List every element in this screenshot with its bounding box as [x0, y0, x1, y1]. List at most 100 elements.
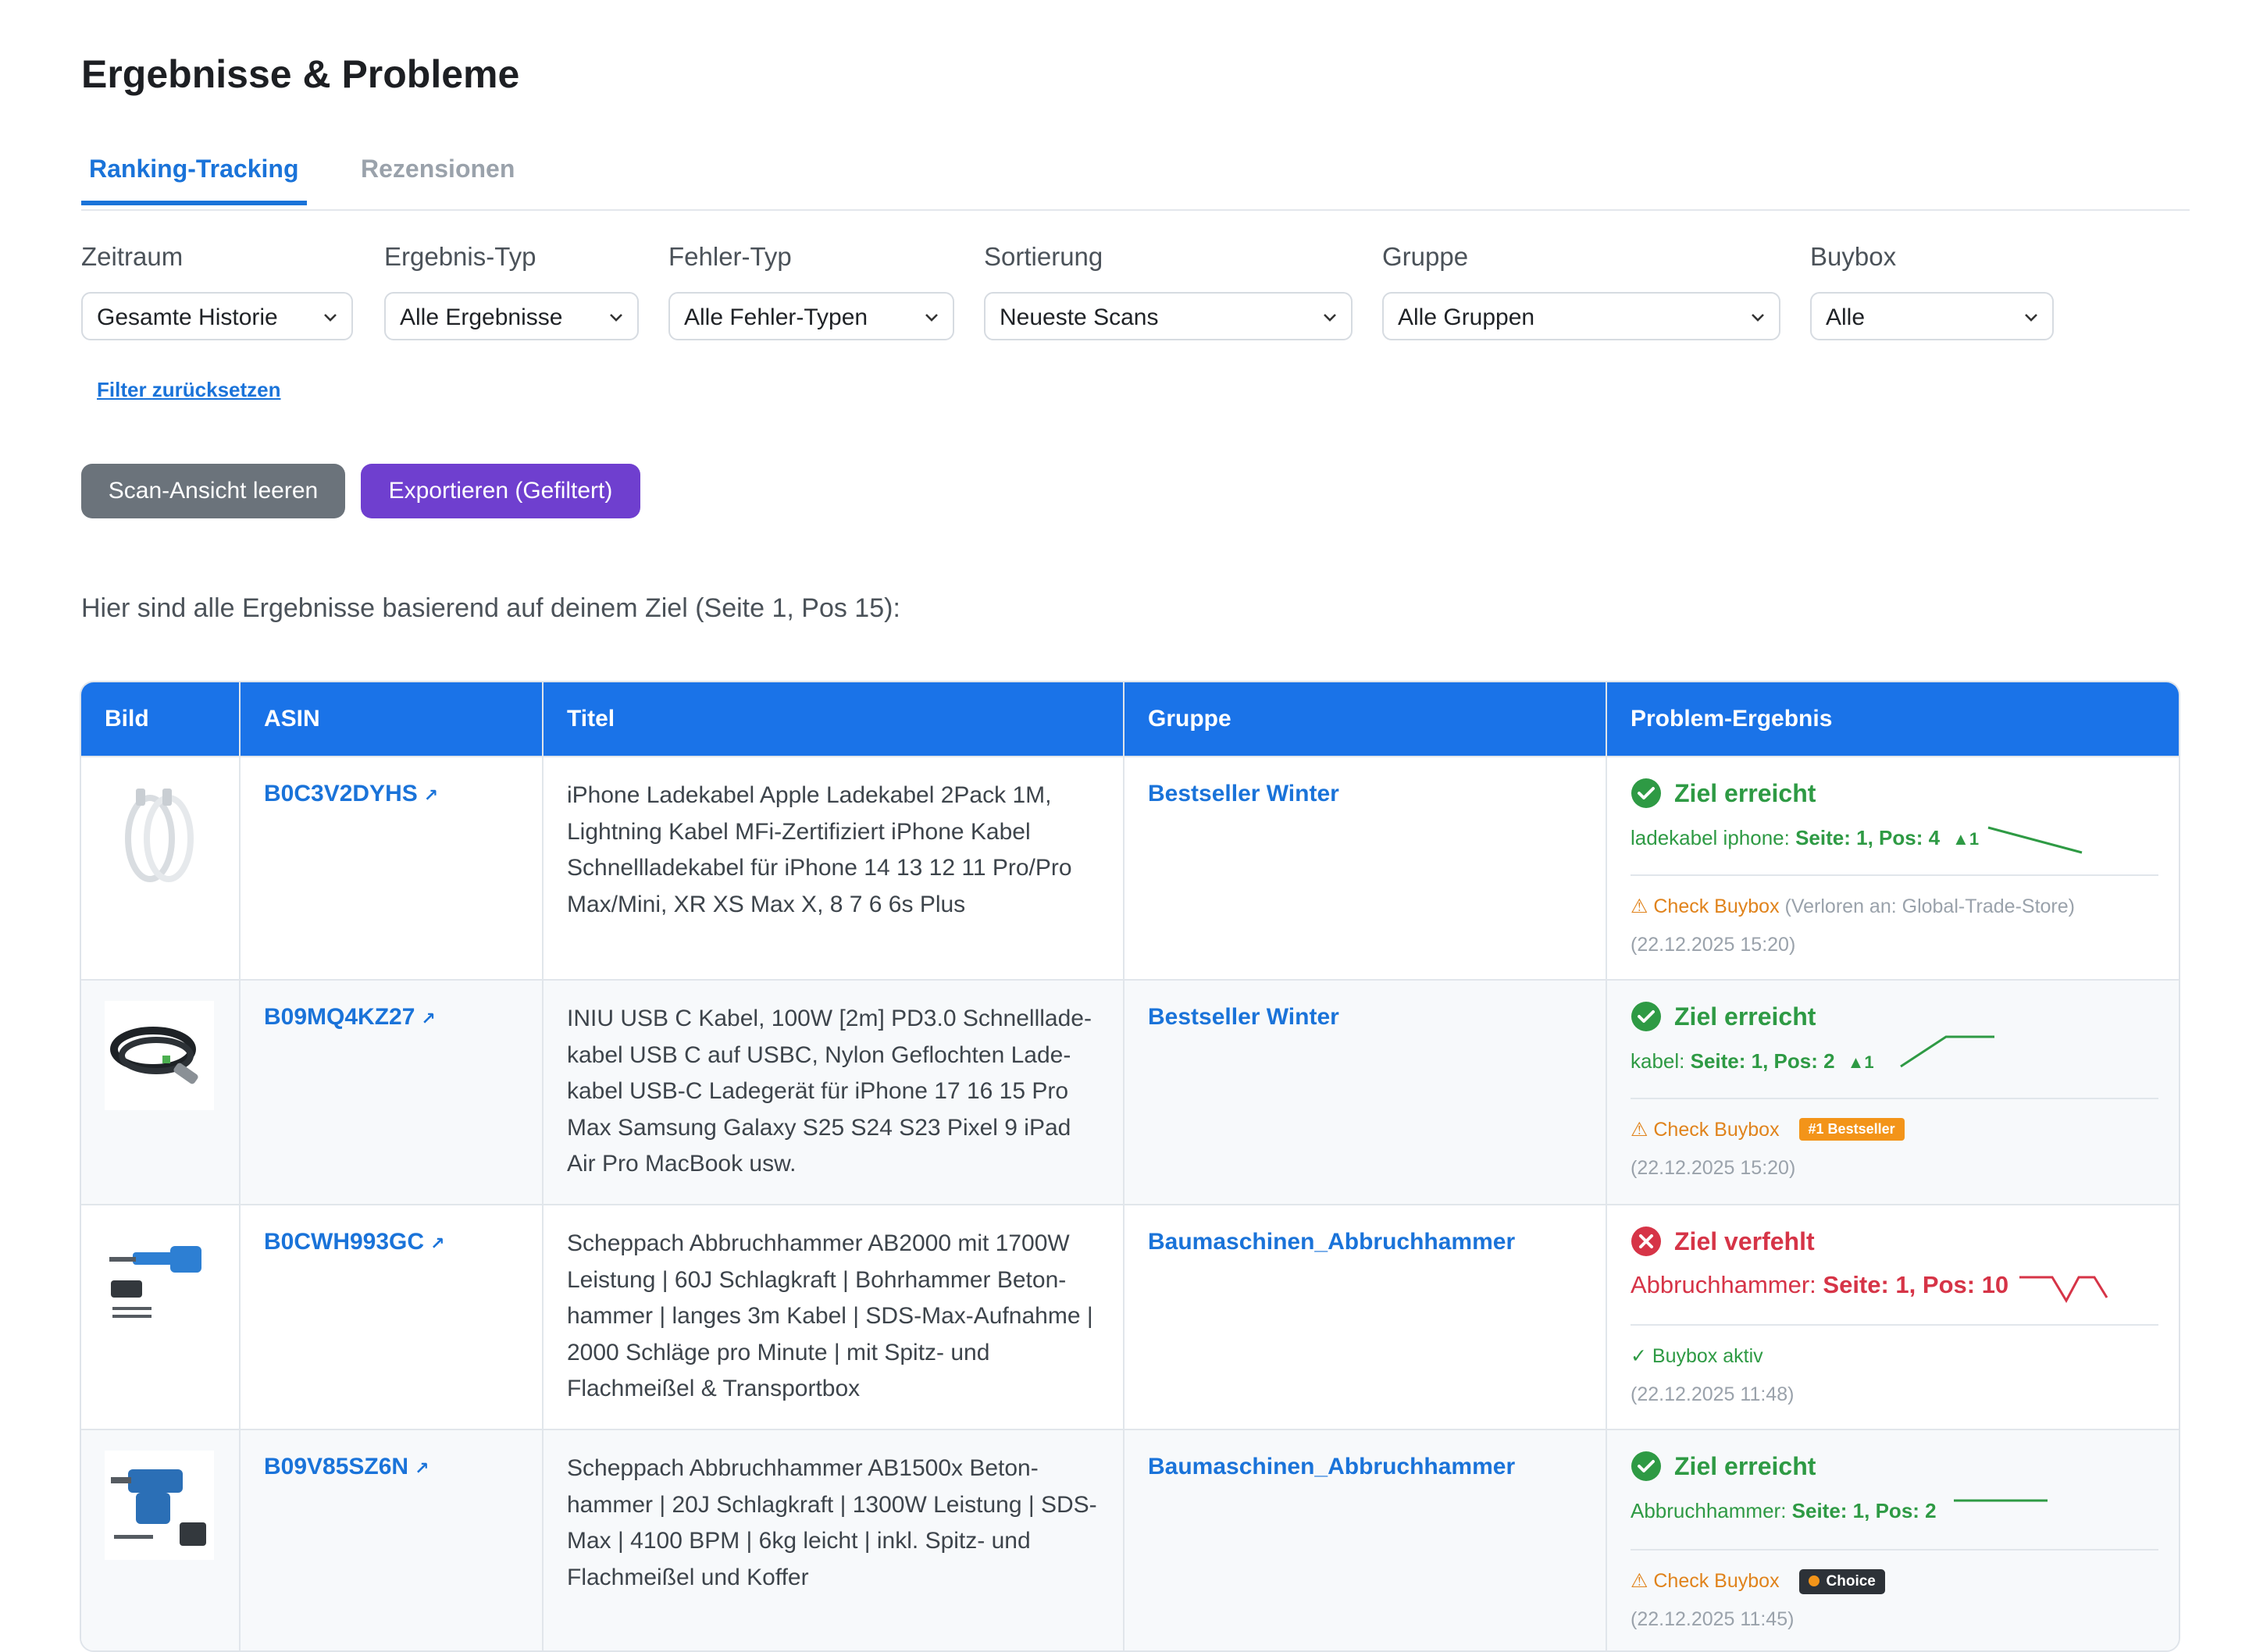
timestamp: (22.12.2025 11:48) — [1631, 1383, 1795, 1405]
timestamp: (22.12.2025 15:20) — [1631, 1157, 1796, 1179]
group-link[interactable]: Bestseller Winter — [1148, 1004, 1339, 1031]
column-header-group: Gruppe — [1124, 682, 1607, 756]
product-image — [105, 1226, 214, 1335]
choice-badge: Choice — [1798, 1569, 1885, 1594]
title-cell: INIU USB C Kabel, 100W [2m] PD3.0 Schnel… — [544, 981, 1124, 1205]
asin-cell: B0CWH993GC ↗ — [241, 1205, 544, 1430]
select-value: Alle — [1826, 304, 1866, 330]
product-image — [105, 1451, 214, 1560]
sorting-select[interactable]: Neueste Scans — [984, 292, 1353, 340]
status-label: Ziel verfehlt — [1631, 1226, 1815, 1257]
keyword: ladekabel iphone: — [1631, 826, 1790, 849]
result-type-select[interactable]: Alle Ergebnisse — [384, 292, 639, 340]
filter-label: Gruppe — [1382, 242, 1469, 271]
divider — [1631, 1324, 2158, 1326]
asin-text: B0CWH993GC — [264, 1229, 425, 1255]
badge-dot-icon — [1808, 1575, 1820, 1586]
asin-text: B09MQ4KZ27 — [264, 1004, 415, 1030]
check-circle-icon — [1631, 1002, 1661, 1031]
select-value: Neueste Scans — [1000, 304, 1159, 330]
group-link[interactable]: Bestseller Winter — [1148, 781, 1339, 807]
external-link-icon: ↗ — [415, 1458, 429, 1478]
status-text: Ziel verfehlt — [1674, 1227, 1815, 1255]
check-circle-icon — [1631, 1451, 1661, 1481]
select-value: Alle Ergebnisse — [400, 304, 563, 330]
divider — [1631, 1098, 2158, 1099]
status-text: Ziel erreicht — [1674, 1002, 1816, 1031]
chevron-down-icon — [1752, 314, 1764, 322]
buybox-info: ⚠ Check Buybox #1 Bestseller — [1631, 1118, 1905, 1141]
external-link-icon: ↗ — [421, 1009, 436, 1028]
position: Seite: 1, Pos: 2 — [1690, 1049, 1835, 1073]
divider — [1631, 1549, 2158, 1551]
reset-filters-link[interactable]: Filter zurücksetzen — [97, 378, 281, 402]
external-link-icon: ↗ — [430, 1234, 445, 1253]
export-filtered-button[interactable]: Exportieren (Gefiltert) — [361, 464, 640, 518]
asin-link[interactable]: B0CWH993GC ↗ — [264, 1229, 445, 1255]
status-label: Ziel erreicht — [1631, 1001, 1816, 1032]
filter-label: Sortierung — [984, 242, 1103, 271]
buybox-status: Buybox aktiv — [1652, 1345, 1763, 1367]
product-title: iPhone Ladekabel Apple Ladekabel 2Pack 1… — [567, 782, 1072, 917]
buybox-info: ⚠ Check Buybox Choice — [1631, 1569, 1885, 1594]
asin-cell: B0C3V2DYHS ↗ — [241, 757, 544, 981]
image-cell — [81, 1430, 241, 1650]
buybox-select[interactable]: Alle — [1810, 292, 2054, 340]
keyword-result: ladekabel iphone: Seite: 1, Pos: 4 ▲1 — [1631, 826, 1979, 850]
results-page: Ergebnisse & Probleme Ranking-Tracking R… — [0, 0, 2249, 1652]
results-table: Bild ASIN Titel Gruppe Problem-Ergebnis … — [80, 681, 2180, 1652]
buybox-info: ✓ Buybox aktiv — [1631, 1344, 1763, 1368]
table-header: Bild ASIN Titel Gruppe Problem-Ergebnis — [81, 682, 2179, 756]
table-row: B09MQ4KZ27 ↗ INIU USB C Kabel, 100W [2m] … — [81, 979, 2179, 1205]
buybox-info: ⚠ Check Buybox (Verloren an: Global-Trad… — [1631, 895, 2075, 918]
product-title: INIU USB C Kabel, 100W [2m] PD3.0 Schnel… — [567, 1006, 1092, 1177]
keyword: Abbruchhammer: — [1631, 1499, 1787, 1522]
check-buybox-link[interactable]: Check Buybox — [1653, 1119, 1779, 1141]
position: Seite: 1, Pos: 4 — [1795, 826, 1941, 849]
filter-label: Buybox — [1810, 242, 1897, 271]
asin-cell: B09MQ4KZ27 ↗ — [241, 981, 544, 1205]
error-type-select[interactable]: Alle Fehler-Typen — [668, 292, 954, 340]
tab-reviews[interactable]: Rezensionen — [353, 148, 522, 201]
clear-scan-view-button[interactable]: Scan-Ansicht leeren — [81, 464, 345, 518]
position: Seite: 1, Pos: 10 — [1823, 1271, 2009, 1298]
asin-link[interactable]: B09MQ4KZ27 ↗ — [264, 1004, 436, 1031]
keyword-result: Abbruchhammer: Seite: 1, Pos: 2 — [1631, 1499, 1937, 1523]
buybox-note: (Verloren an: Global-Trade-Store) — [1784, 895, 2075, 917]
check-circle-icon — [1631, 778, 1661, 808]
title-cell: iPhone Ladekabel Apple Ladekabel 2Pack 1… — [544, 757, 1124, 981]
result-cell: Ziel erreicht Abbruchhammer: Seite: 1, P… — [1607, 1430, 2179, 1650]
status-label: Ziel erreicht — [1631, 778, 1816, 809]
group-link[interactable]: Baumaschinen_Abbruchhammer — [1148, 1454, 1515, 1480]
warning-icon: ⚠ — [1631, 895, 1648, 917]
warning-icon: ⚠ — [1631, 1570, 1648, 1592]
group-cell: Bestseller Winter — [1124, 757, 1607, 981]
table-row: B0CWH993GC ↗ Scheppach Abbruchhammer AB20… — [81, 1204, 2179, 1430]
rank-delta: ▲1 — [1847, 1052, 1874, 1072]
group-cell: Baumaschinen_Abbruchhammer — [1124, 1205, 1607, 1430]
timestamp: (22.12.2025 11:45) — [1631, 1608, 1795, 1630]
tab-ranking-tracking[interactable]: Ranking-Tracking — [81, 148, 307, 205]
tab-bar: Ranking-Tracking Rezensionen — [81, 148, 2190, 211]
asin-link[interactable]: B09V85SZ6N ↗ — [264, 1454, 429, 1480]
table-row: B09V85SZ6N ↗ Scheppach Abbruchhammer AB15… — [81, 1429, 2179, 1650]
select-value: Alle Gruppen — [1398, 304, 1535, 330]
rank-sparkline — [1954, 1499, 2048, 1502]
group-link[interactable]: Baumaschinen_Abbruchhammer — [1148, 1229, 1515, 1255]
check-buybox-link[interactable]: Check Buybox — [1653, 895, 1779, 917]
product-image — [105, 778, 214, 887]
check-buybox-link[interactable]: Check Buybox — [1653, 1570, 1779, 1592]
group-select[interactable]: Alle Gruppen — [1382, 292, 1780, 340]
asin-link[interactable]: B0C3V2DYHS ↗ — [264, 781, 438, 807]
result-cell: Ziel erreicht kabel: Seite: 1, Pos: 2 ▲1 … — [1607, 981, 2179, 1205]
timeframe-select[interactable]: Gesamte Historie — [81, 292, 353, 340]
filter-result-type: Ergebnis-Typ Alle Ergebnisse — [384, 242, 639, 340]
chevron-down-icon — [1324, 314, 1336, 322]
position: Seite: 1, Pos: 2 — [1791, 1499, 1937, 1522]
select-value: Alle Fehler-Typen — [684, 304, 868, 330]
table-row: B0C3V2DYHS ↗ iPhone Ladekabel Apple Ladek… — [81, 756, 2179, 981]
keyword: Abbruchhammer: — [1631, 1271, 1816, 1298]
image-cell — [81, 981, 241, 1205]
column-header-image: Bild — [81, 682, 241, 756]
badge-text: Choice — [1826, 1573, 1876, 1590]
